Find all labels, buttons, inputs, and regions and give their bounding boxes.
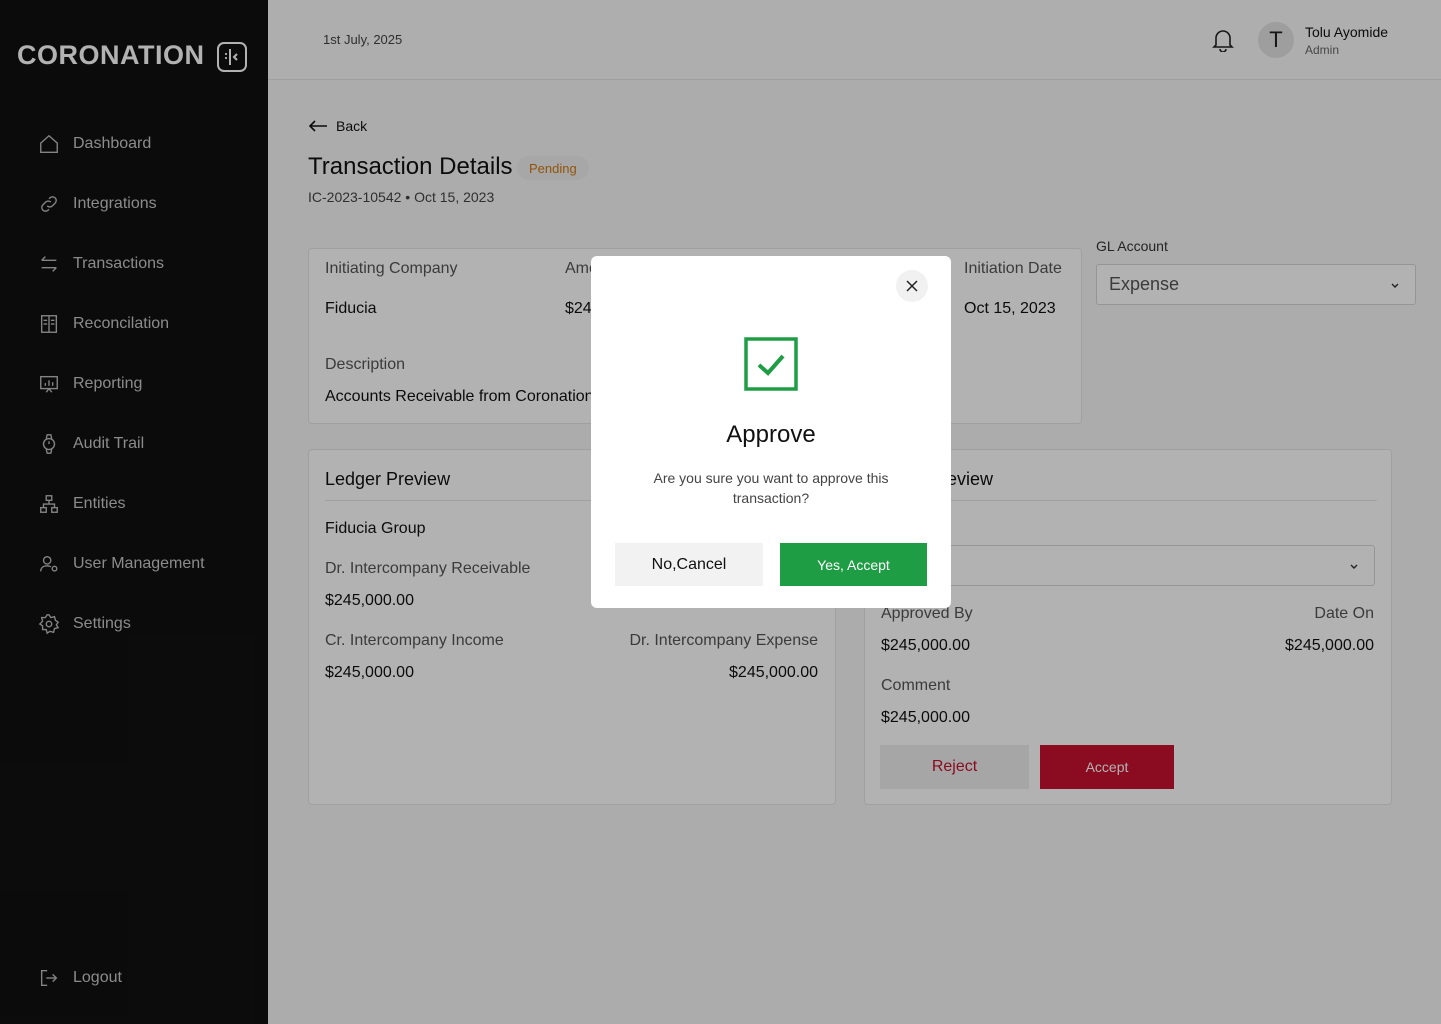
cancel-button[interactable]: No,Cancel bbox=[615, 543, 763, 586]
checkbox-checked-icon bbox=[744, 337, 798, 391]
modal-title: Approve bbox=[726, 421, 816, 448]
close-button[interactable] bbox=[896, 270, 928, 302]
modal-message: Are you sure you want to approve this tr… bbox=[653, 470, 889, 506]
close-icon bbox=[906, 280, 918, 292]
confirm-accept-button[interactable]: Yes, Accept bbox=[780, 543, 927, 586]
approve-modal: Approve Are you sure you want to approve… bbox=[591, 256, 951, 608]
